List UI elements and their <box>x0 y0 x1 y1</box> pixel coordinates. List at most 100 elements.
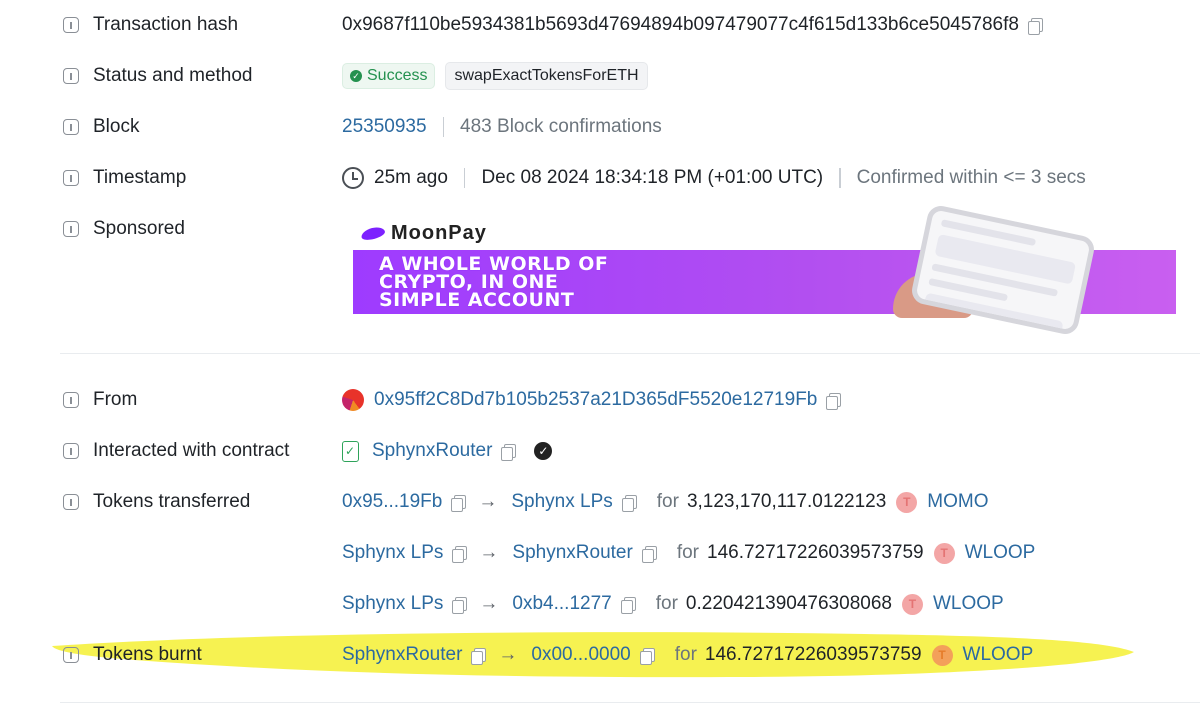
method-badge: swapExactTokensForETH <box>445 62 648 90</box>
from-value: 0x95ff2C8Dd7b105b2537a21D365dF5520e12719… <box>342 389 842 411</box>
copy-icon[interactable] <box>620 596 636 614</box>
burn-to-link[interactable]: 0x00...0000 <box>531 644 630 666</box>
copy-icon[interactable] <box>501 443 517 461</box>
ad-tagline: A WHOLE WORLD OF CRYPTO, IN ONE SIMPLE A… <box>379 255 608 311</box>
copy-icon[interactable] <box>826 392 842 410</box>
moonpay-logo-icon <box>359 225 387 242</box>
copy-icon[interactable] <box>452 596 468 614</box>
address-avatar-icon <box>342 389 364 411</box>
copy-icon[interactable] <box>452 545 468 563</box>
transfer-to-link[interactable]: Sphynx LPs <box>511 491 612 513</box>
row-transaction-hash: Transaction hash 0x9687f110be5934381b569… <box>0 10 1200 40</box>
copy-icon[interactable] <box>471 647 487 665</box>
transfer-from-link[interactable]: 0x95...19Fb <box>342 491 442 513</box>
transfer-from-link[interactable]: Sphynx LPs <box>342 593 443 615</box>
status-text: Success <box>367 67 428 84</box>
burn-from-link[interactable]: SphynxRouter <box>342 644 462 666</box>
clock-icon <box>342 167 364 189</box>
info-icon[interactable] <box>63 221 79 237</box>
info-icon[interactable] <box>63 647 79 663</box>
status-badge: ✓ Success <box>342 63 436 89</box>
token-link[interactable]: WLOOP <box>963 644 1034 666</box>
row-contract: Interacted with contract SphynxRouter ✓ <box>0 436 1200 466</box>
separator <box>839 168 841 188</box>
row-tokens-transferred: Tokens transferred 0x95...19Fb → Sphynx … <box>0 487 1200 517</box>
arrow-right-icon: → <box>478 491 498 512</box>
transfer-for-text: for <box>676 542 699 563</box>
transfer-to-link[interactable]: SphynxRouter <box>512 542 632 564</box>
token-icon: T <box>896 491 918 513</box>
info-icon[interactable] <box>63 17 79 33</box>
status-method-value: ✓ Success swapExactTokensForETH <box>342 62 648 90</box>
burn-for-text: for <box>674 644 697 665</box>
copy-icon[interactable] <box>641 545 657 563</box>
sponsored-label: Sponsored <box>93 218 185 239</box>
info-icon[interactable] <box>63 494 79 510</box>
transaction-hash-value: 0x9687f110be5934381b5693d47694894b097479… <box>342 14 1019 35</box>
tokens-burnt-label: Tokens burnt <box>93 644 202 665</box>
moonpay-logo: MoonPay <box>359 222 487 245</box>
transfer-item: 0x95...19Fb → Sphynx LPs for 3,123,170,1… <box>342 491 989 513</box>
row-transfer-2: Sphynx LPs → SphynxRouter for 146.727172… <box>0 538 1200 568</box>
info-icon[interactable] <box>63 119 79 135</box>
copy-icon[interactable] <box>639 647 655 665</box>
verified-check-icon: ✓ <box>534 442 553 460</box>
transaction-hash-value-wrap: 0x9687f110be5934381b5693d47694894b097479… <box>342 14 1043 36</box>
info-icon[interactable] <box>63 443 79 459</box>
info-icon[interactable] <box>63 68 79 84</box>
row-transfer-3: Sphynx LPs → 0xb4...1277 for 0.220421390… <box>0 589 1200 619</box>
transfer-amount: 3,123,170,117.0122123 <box>686 491 887 512</box>
row-from: From 0x95ff2C8Dd7b105b2537a21D365dF5520e… <box>0 385 1200 415</box>
transfer-item: Sphynx LPs → 0xb4...1277 for 0.220421390… <box>342 593 1004 615</box>
timestamp-confirmed: Confirmed within <= 3 secs <box>856 167 1086 188</box>
info-icon[interactable] <box>63 170 79 186</box>
contract-label: Interacted with contract <box>93 440 290 461</box>
contract-name-link[interactable]: SphynxRouter <box>372 440 492 462</box>
arrow-right-icon: → <box>498 644 518 665</box>
copy-icon[interactable] <box>621 494 637 512</box>
timestamp-value: 25m ago Dec 08 2024 18:34:18 PM (+01:00 … <box>342 167 1086 189</box>
check-circle-icon: ✓ <box>350 70 362 82</box>
timestamp-label: Timestamp <box>93 167 187 188</box>
info-icon[interactable] <box>63 392 79 408</box>
from-address-link[interactable]: 0x95ff2C8Dd7b105b2537a21D365dF5520e12719… <box>374 389 817 411</box>
transfer-for-text: for <box>655 593 678 614</box>
transfer-from-link[interactable]: Sphynx LPs <box>342 542 443 564</box>
arrow-right-icon: → <box>479 593 499 614</box>
transaction-hash-label: Transaction hash <box>93 14 239 35</box>
arrow-right-icon: → <box>479 542 499 563</box>
block-label: Block <box>93 116 140 137</box>
moonpay-brand: MoonPay <box>391 222 487 244</box>
transfer-item: Sphynx LPs → SphynxRouter for 146.727172… <box>342 542 1035 564</box>
separator <box>463 168 466 188</box>
from-label: From <box>93 389 138 410</box>
transfer-amount: 146.72717226039573759 <box>707 542 924 563</box>
token-link[interactable]: WLOOP <box>965 542 1036 564</box>
token-icon: T <box>933 542 955 564</box>
contract-value: SphynxRouter ✓ <box>342 440 553 462</box>
row-block: Block 25350935 483 Block confirmations <box>0 112 1200 142</box>
transfer-amount: 0.220421390476308068 <box>685 593 892 614</box>
burn-item: SphynxRouter → 0x00...0000 for 146.72717… <box>342 644 1033 666</box>
block-number-link[interactable]: 25350935 <box>342 116 427 138</box>
block-confirmations: 483 Block confirmations <box>460 116 662 137</box>
status-method-label: Status and method <box>93 65 253 86</box>
sponsored-ad-banner[interactable]: MoonPay A WHOLE WORLD OF CRYPTO, IN ONE … <box>353 203 1176 337</box>
separator <box>442 117 445 137</box>
ad-tagline-line: SIMPLE ACCOUNT <box>379 289 575 311</box>
timestamp-datetime: Dec 08 2024 18:34:18 PM (+01:00 UTC) <box>481 167 824 188</box>
row-timestamp: Timestamp 25m ago Dec 08 2024 18:34:18 P… <box>0 163 1200 193</box>
section-divider <box>60 702 1200 703</box>
timestamp-ago: 25m ago <box>374 167 448 188</box>
row-tokens-burnt: Tokens burnt SphynxRouter → 0x00...0000 … <box>0 640 1200 670</box>
token-link[interactable]: WLOOP <box>933 593 1004 615</box>
token-link[interactable]: MOMO <box>927 491 988 513</box>
transfer-for-text: for <box>656 491 679 512</box>
token-icon: T <box>901 593 923 615</box>
verified-contract-file-icon <box>342 440 359 462</box>
block-value: 25350935 483 Block confirmations <box>342 116 662 138</box>
copy-icon[interactable] <box>451 494 467 512</box>
copy-icon[interactable] <box>1027 17 1043 35</box>
transfer-to-link[interactable]: 0xb4...1277 <box>512 593 611 615</box>
row-status-method: Status and method ✓ Success swapExactTok… <box>0 61 1200 91</box>
